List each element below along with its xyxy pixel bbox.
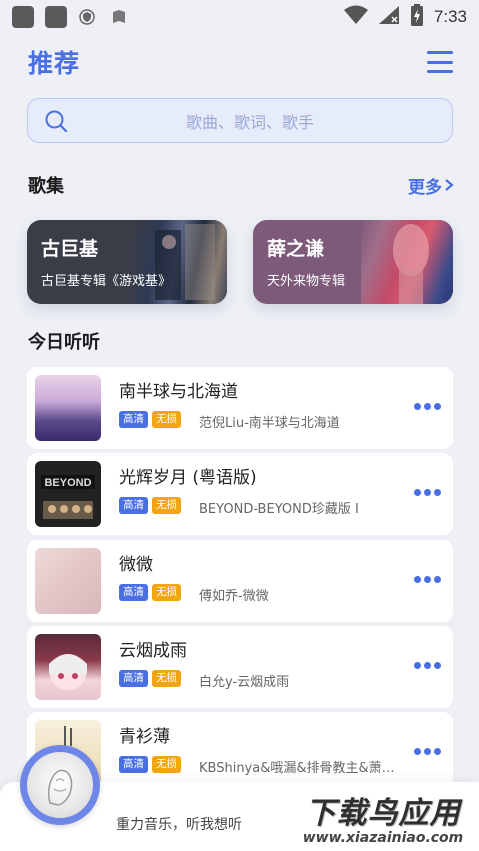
app-header: 推荐: [28, 42, 453, 82]
album-cover: [135, 220, 227, 304]
app-icon: [45, 6, 67, 28]
collections-header: 歌集 更多: [28, 172, 454, 198]
now-playing-disc[interactable]: [20, 745, 100, 825]
album-card-xue-zhiqian[interactable]: 薛之谦 天外来物专辑: [253, 220, 453, 304]
song-title: 光辉岁月 (粤语版): [119, 468, 257, 488]
svg-text:BEYOND: BEYOND: [44, 477, 91, 489]
album-cover: [361, 220, 453, 304]
today-title: 今日听听: [28, 332, 100, 353]
more-button[interactable]: 更多: [408, 173, 454, 198]
page-title: 推荐: [28, 49, 81, 78]
song-item[interactable]: 南半球与北海道 高清 无损 范倪Liu-南半球与北海道: [27, 367, 453, 449]
more-options-icon[interactable]: [414, 403, 441, 410]
album-title: 古巨基: [41, 238, 99, 260]
song-artist: 白允y-云烟成雨: [199, 675, 290, 690]
album-card-gu-juji[interactable]: 古巨基 古巨基专辑《游戏基》: [27, 220, 227, 304]
song-artist: 傅如乔-微微: [199, 589, 269, 604]
hq-badge: 高清: [119, 411, 148, 428]
status-time: 7:33: [433, 7, 467, 26]
signal-icon: [378, 5, 400, 29]
lossless-badge: 无损: [152, 584, 181, 601]
search-icon: [45, 110, 68, 132]
song-item[interactable]: BEYOND 光辉岁月 (粤语版) 高清 无损 BEYOND-BEYOND珍藏版 …: [27, 453, 453, 535]
watermark-url: www.xiazainiao.com: [302, 829, 464, 846]
search-placeholder: 歌曲、歌词、歌手: [185, 112, 314, 132]
song-artist: KBShinya&哦漏&排骨教主&萧…: [199, 761, 395, 776]
app-icon: [12, 6, 34, 28]
hq-badge: 高清: [119, 584, 148, 601]
album-subtitle: 古巨基专辑《游戏基》: [41, 274, 172, 289]
lossless-badge: 无损: [152, 497, 181, 514]
hamburger-menu-icon[interactable]: [427, 51, 453, 73]
watermark-text: 下载鸟应用: [305, 795, 461, 831]
more-options-icon[interactable]: [414, 748, 441, 755]
song-item[interactable]: 云烟成雨 高清 无损 白允y-云烟成雨: [27, 626, 453, 708]
chevron-right-icon: [445, 179, 454, 191]
song-artist: BEYOND-BEYOND珍藏版 I: [199, 502, 359, 517]
lossless-badge: 无损: [152, 411, 181, 428]
album-title: 薛之谦: [267, 238, 325, 260]
more-label: 更多: [408, 177, 442, 198]
hq-badge: 高清: [119, 670, 148, 687]
more-options-icon[interactable]: [414, 489, 441, 496]
song-cover: [35, 375, 101, 441]
today-header: 今日听听: [28, 328, 454, 354]
song-cover: [35, 634, 101, 700]
song-cover: BEYOND: [35, 461, 101, 527]
collections-title: 歌集: [28, 176, 64, 197]
song-title: 南半球与北海道: [119, 382, 238, 402]
hq-badge: 高清: [119, 756, 148, 773]
song-artist: 范倪Liu-南半球与北海道: [199, 416, 340, 431]
disc-art-icon: [47, 769, 73, 806]
status-bar: 7:33: [0, 0, 479, 34]
search-input[interactable]: 歌曲、歌词、歌手: [27, 98, 453, 143]
more-options-icon[interactable]: [414, 576, 441, 583]
shield-icon: [78, 8, 96, 26]
album-subtitle: 天外来物专辑: [267, 274, 346, 289]
song-title: 青衫薄: [119, 727, 170, 747]
song-title: 微微: [119, 555, 153, 575]
watermark-logo: 下载鸟应用 www.xiazainiao.com: [287, 782, 479, 851]
more-options-icon[interactable]: [414, 662, 441, 669]
song-cover: [35, 548, 101, 614]
lossless-badge: 无损: [152, 670, 181, 687]
book-icon: [110, 8, 128, 26]
lossless-badge: 无损: [152, 756, 181, 773]
player-slogan: 重力音乐，听我想听: [116, 817, 242, 833]
wifi-icon: [343, 5, 368, 29]
battery-charging-icon: [410, 4, 424, 30]
song-item[interactable]: 微微 高清 无损 傅如乔-微微: [27, 540, 453, 622]
song-title: 云烟成雨: [119, 641, 187, 661]
hq-badge: 高清: [119, 497, 148, 514]
